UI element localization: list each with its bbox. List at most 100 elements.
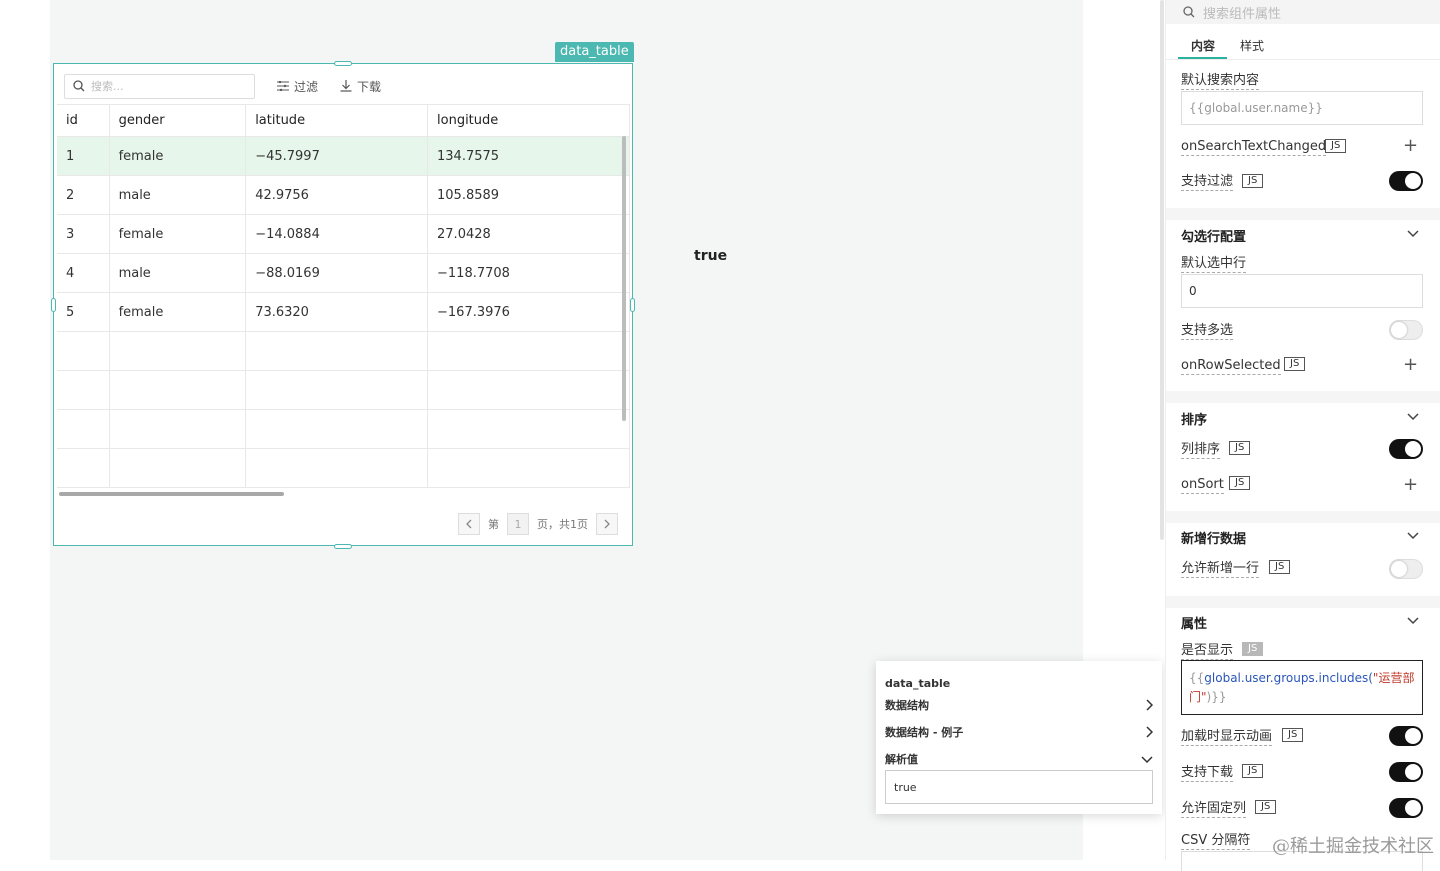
tab-style[interactable]: 样式 bbox=[1240, 37, 1264, 54]
plus-icon[interactable]: + bbox=[1403, 137, 1418, 155]
on-search-text-changed-label: onSearchTextChanged bbox=[1181, 139, 1327, 156]
js-badge[interactable]: JS bbox=[1229, 441, 1251, 455]
new-row-section-title: 新增行数据 bbox=[1181, 532, 1247, 547]
popup-item-data-structure[interactable]: 数据结构 bbox=[885, 697, 1153, 713]
column-sort-label: 列排序 bbox=[1181, 442, 1221, 459]
data-table-component[interactable]: 搜索... 过滤 下载 id gender latitude longitude… bbox=[53, 63, 633, 546]
table-cell: 2 bbox=[57, 175, 110, 215]
support-filter-toggle[interactable] bbox=[1389, 171, 1423, 191]
table-cell: 42.9756 bbox=[245, 175, 429, 215]
resize-handle-left[interactable] bbox=[51, 298, 56, 312]
js-badge[interactable]: JS bbox=[1255, 800, 1277, 814]
table-search-input[interactable]: 搜索... bbox=[64, 73, 255, 99]
download-button[interactable]: 下载 bbox=[340, 78, 381, 95]
row-select-section-title: 勾选行配置 bbox=[1181, 230, 1247, 245]
property-search-placeholder: 搜索组件属性 bbox=[1203, 6, 1282, 22]
default-selected-row-input[interactable]: 0 bbox=[1181, 274, 1423, 308]
loading-anim-toggle[interactable] bbox=[1389, 726, 1423, 746]
resize-handle-right[interactable] bbox=[630, 298, 635, 312]
prev-page-button[interactable] bbox=[458, 513, 480, 535]
js-badge[interactable]: JS bbox=[1284, 357, 1306, 371]
plus-icon[interactable]: + bbox=[1403, 356, 1418, 374]
visible-label: 是否显示 bbox=[1181, 643, 1234, 660]
table-cell: −45.7997 bbox=[245, 136, 429, 176]
resize-handle-bottom[interactable] bbox=[334, 544, 352, 549]
table-row[interactable]: 4 male −88.0169 −118.7708 bbox=[57, 253, 630, 293]
table-cell: 1 bbox=[57, 136, 110, 176]
plus-icon[interactable]: + bbox=[1403, 476, 1418, 494]
allow-new-row-toggle[interactable] bbox=[1389, 559, 1423, 579]
parsed-value-box: true bbox=[885, 770, 1153, 804]
popup-title: data_table bbox=[885, 677, 951, 690]
column-header[interactable]: gender bbox=[109, 104, 247, 137]
table-row[interactable]: 2 male 42.9756 105.8589 bbox=[57, 175, 630, 215]
download-icon bbox=[340, 80, 352, 92]
table-cell: −118.7708 bbox=[427, 253, 630, 293]
property-search-input[interactable]: 搜索组件属性 bbox=[1166, 0, 1440, 24]
table-cell: −88.0169 bbox=[245, 253, 429, 293]
popup-item-parsed-value[interactable]: 解析值 bbox=[885, 751, 1153, 767]
search-icon bbox=[1183, 6, 1195, 18]
chevron-down-icon[interactable] bbox=[1407, 532, 1419, 540]
search-icon bbox=[73, 80, 85, 92]
js-badge[interactable]: JS bbox=[1242, 174, 1264, 188]
table-toolbar: 搜索... 过滤 下载 bbox=[64, 73, 381, 99]
on-sort-label: onSort bbox=[1181, 477, 1224, 494]
table-header-row: id gender latitude longitude bbox=[57, 104, 630, 137]
pagination: 第 1 页，共1页 bbox=[458, 513, 618, 535]
component-tag[interactable]: data_table bbox=[555, 42, 634, 62]
search-placeholder: 搜索... bbox=[91, 80, 124, 93]
filter-icon bbox=[277, 81, 289, 91]
js-badge[interactable]: JS bbox=[1242, 642, 1264, 656]
table-cell: female bbox=[109, 136, 247, 176]
js-badge[interactable]: JS bbox=[1269, 560, 1291, 574]
empty-row bbox=[57, 409, 630, 449]
chevron-down-icon[interactable] bbox=[1407, 617, 1419, 625]
table-row[interactable]: 3 female −14.0884 27.0428 bbox=[57, 214, 630, 254]
column-header[interactable]: latitude bbox=[245, 104, 429, 137]
multi-select-toggle[interactable] bbox=[1389, 320, 1423, 340]
page-prefix: 第 bbox=[488, 518, 499, 531]
column-sort-toggle[interactable] bbox=[1389, 439, 1423, 459]
table-cell: 105.8589 bbox=[427, 175, 630, 215]
code-expression: global.user.groups.includes( bbox=[1204, 671, 1373, 685]
vertical-scrollbar[interactable] bbox=[622, 136, 626, 421]
table-row[interactable]: 1 female −45.7997 134.7575 bbox=[57, 136, 630, 176]
download-label: 下载 bbox=[357, 79, 382, 94]
panel-scrollbar[interactable] bbox=[1160, 0, 1164, 540]
js-badge[interactable]: JS bbox=[1325, 139, 1347, 153]
js-badge[interactable]: JS bbox=[1282, 728, 1304, 742]
js-badge[interactable]: JS bbox=[1242, 764, 1264, 778]
resize-handle-top[interactable] bbox=[334, 61, 352, 66]
tab-content[interactable]: 内容 bbox=[1191, 37, 1215, 54]
popup-item-data-example[interactable]: 数据结构 - 例子 bbox=[885, 724, 1153, 740]
allow-fixed-col-toggle[interactable] bbox=[1389, 798, 1423, 818]
column-header[interactable]: id bbox=[57, 104, 110, 137]
empty-row bbox=[57, 370, 630, 410]
popup-item-label: 解析值 bbox=[885, 753, 918, 766]
watermark: @稀土掘金技术社区 bbox=[1272, 836, 1434, 857]
popup-item-label: 数据结构 - 例子 bbox=[885, 726, 964, 739]
visible-code-input[interactable]: {{global.user.groups.includes("运营部门")}} bbox=[1181, 660, 1423, 715]
next-page-button[interactable] bbox=[596, 513, 618, 535]
default-search-input[interactable]: {{global.user.name}} bbox=[1181, 91, 1423, 125]
text-component[interactable]: true bbox=[694, 248, 727, 264]
table-row[interactable]: 5 female 73.6320 −167.3976 bbox=[57, 292, 630, 332]
support-download-toggle[interactable] bbox=[1389, 762, 1423, 782]
filter-button[interactable]: 过滤 bbox=[277, 78, 318, 95]
inspect-popup: data_table 数据结构 数据结构 - 例子 解析值 true bbox=[876, 661, 1162, 814]
table-cell: female bbox=[109, 292, 247, 332]
section-divider bbox=[1166, 208, 1440, 220]
default-selected-row-label: 默认选中行 bbox=[1181, 256, 1247, 273]
horizontal-scrollbar[interactable] bbox=[59, 492, 284, 496]
chevron-down-icon[interactable] bbox=[1407, 230, 1419, 238]
allow-new-row-label: 允许新增一行 bbox=[1181, 561, 1260, 578]
support-filter-label: 支持过滤 bbox=[1181, 174, 1234, 191]
table-cell: male bbox=[109, 175, 247, 215]
js-badge[interactable]: JS bbox=[1229, 476, 1251, 490]
code-brace: {{ bbox=[1189, 671, 1205, 685]
panel-tabs: 内容 样式 bbox=[1166, 30, 1440, 60]
page-number-input[interactable]: 1 bbox=[507, 513, 529, 535]
column-header[interactable]: longitude bbox=[427, 104, 630, 137]
chevron-down-icon[interactable] bbox=[1407, 413, 1419, 421]
